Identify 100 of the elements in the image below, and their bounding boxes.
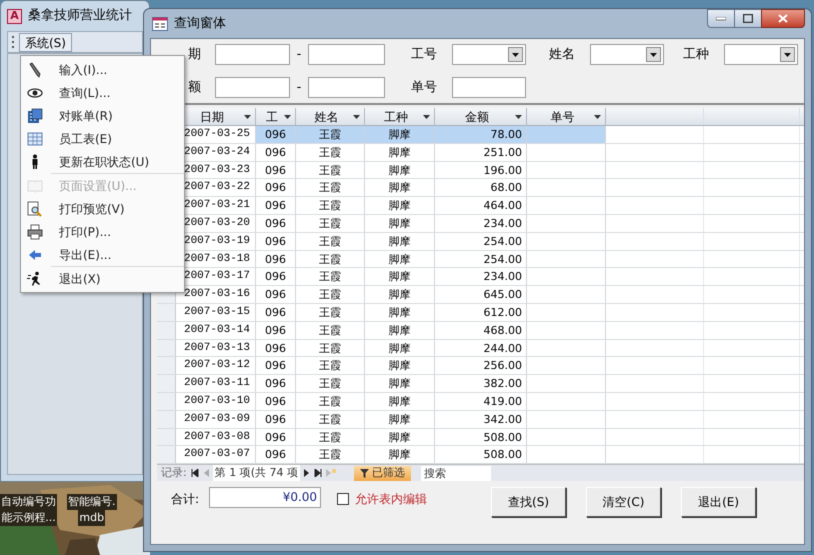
total-label: 合计:: [171, 491, 200, 508]
search-field[interactable]: 搜索: [421, 466, 491, 480]
dropdown-arrow-icon: [244, 114, 251, 118]
input-field[interactable]: [308, 44, 385, 65]
action-button[interactable]: 清空(C): [586, 487, 662, 517]
last-record-icon[interactable]: [314, 469, 322, 477]
table-cell: 096: [256, 144, 296, 161]
table-cell: 2007-03-11: [176, 375, 256, 392]
table-cell: 096: [256, 340, 296, 356]
table-cell: 68.00: [435, 179, 527, 196]
table-cell: 2007-03-08: [176, 428, 256, 446]
action-button[interactable]: 退出(E): [681, 487, 756, 517]
row-selector[interactable]: [157, 340, 176, 356]
navigator-label: 记录:: [161, 464, 187, 481]
table-cell: 王霞: [296, 232, 365, 250]
menu-item[interactable]: 系统(S): [19, 32, 72, 52]
first-record-icon[interactable]: [190, 469, 199, 477]
table-cell: 王霞: [296, 340, 365, 356]
row-selector[interactable]: [157, 304, 176, 321]
row-selector[interactable]: [157, 375, 176, 392]
table-cell: 王霞: [296, 446, 365, 464]
table-icon: [27, 130, 43, 146]
table-cell: 508.00: [435, 428, 527, 446]
row-selector[interactable]: [157, 410, 176, 428]
table-cell: 王霞: [296, 197, 365, 214]
table-cell: 2007-03-13: [176, 340, 256, 356]
close-button[interactable]: [761, 9, 805, 28]
table-cell: 脚摩: [365, 357, 435, 374]
table-cell: 096: [256, 179, 296, 196]
maximize-icon: [743, 14, 753, 23]
column-header[interactable]: 姓名: [296, 108, 365, 125]
input-field[interactable]: [452, 77, 526, 98]
table-cell: 王霞: [296, 357, 365, 374]
menu-item[interactable]: 查询(L)...: [21, 81, 184, 104]
row-selector[interactable]: [157, 428, 176, 446]
desktop-icon-label[interactable]: mdb: [78, 510, 106, 526]
input-field[interactable]: [215, 77, 290, 98]
row-selector[interactable]: [157, 446, 176, 464]
table-cell: 419.00: [435, 392, 527, 410]
row-selector[interactable]: [157, 322, 176, 339]
filter-label: 期: [187, 46, 201, 64]
action-button[interactable]: 查找(S): [491, 487, 566, 517]
column-header[interactable]: 工种: [365, 108, 435, 125]
book-icon: [27, 178, 43, 194]
input-field[interactable]: [215, 44, 290, 65]
table-cell: 096: [256, 428, 296, 446]
filter-toggle-button[interactable]: 已筛选: [354, 466, 411, 480]
table-cell: 096: [256, 250, 296, 268]
table-cell: 王霞: [296, 375, 365, 392]
table-cell: 464.00: [435, 197, 527, 214]
desktop-icon-label[interactable]: 智能编号.: [67, 494, 116, 510]
table-cell: 脚摩: [365, 214, 435, 232]
next-record-icon[interactable]: [304, 469, 310, 477]
filter-label: 工号: [410, 46, 437, 64]
menu-item[interactable]: 输入(I)...: [21, 58, 184, 81]
table-cell: 254.00: [435, 250, 527, 268]
desktop-icon-label[interactable]: 能示例程...: [0, 510, 57, 526]
table-cell: 王霞: [296, 126, 365, 143]
table-cell: 382.00: [435, 375, 527, 392]
previous-record-icon[interactable]: [202, 469, 209, 477]
table-cell: 096: [256, 162, 296, 178]
column-header[interactable]: 工: [256, 108, 296, 125]
maximize-button[interactable]: [735, 9, 761, 28]
table-cell: 脚摩: [365, 126, 435, 143]
minimize-button[interactable]: [707, 9, 735, 28]
table-cell: 2007-03-09: [176, 410, 256, 428]
table-cell: 脚摩: [365, 179, 435, 196]
table-cell: 196.00: [435, 162, 527, 178]
running-figure-icon: [27, 270, 43, 286]
column-header[interactable]: 金额: [435, 108, 527, 125]
input-field[interactable]: [308, 77, 385, 98]
range-separator: -: [296, 78, 302, 97]
table-cell: 244.00: [435, 340, 527, 356]
table-cell: 256.00: [435, 357, 527, 374]
total-field[interactable]: ¥0.00: [209, 487, 322, 508]
window-title: 桑拿技师营业统计: [28, 7, 132, 26]
table-cell: 234.00: [435, 214, 527, 232]
table-cell: 脚摩: [365, 232, 435, 250]
column-header[interactable]: 单号: [527, 108, 606, 125]
table-cell: 096: [256, 197, 296, 214]
table-cell: 王霞: [296, 144, 365, 161]
dropdown-arrow-icon: [353, 114, 360, 118]
table-cell: 王霞: [296, 268, 365, 286]
table-cell: 脚摩: [365, 144, 435, 161]
row-selector[interactable]: [157, 357, 176, 374]
new-record-icon[interactable]: [326, 469, 336, 477]
table-cell: 645.00: [435, 286, 527, 303]
checkbox[interactable]: [337, 493, 350, 505]
row-selector[interactable]: [157, 392, 176, 410]
dropdown-arrow-icon: [284, 114, 291, 118]
checkbox-label: 允许表内编辑: [355, 491, 428, 508]
table-cell: 78.00: [435, 126, 527, 143]
filter-label: 额: [187, 78, 201, 97]
record-position-field[interactable]: 第 1 项(共 74 项: [212, 464, 300, 482]
table-cell: 王霞: [296, 322, 365, 339]
table-cell: 王霞: [296, 250, 365, 268]
printer-icon: [27, 224, 43, 240]
table-cell: 096: [256, 392, 296, 410]
table-cell: 王霞: [296, 162, 365, 178]
desktop-icon-label[interactable]: 自动编号功: [0, 494, 57, 510]
